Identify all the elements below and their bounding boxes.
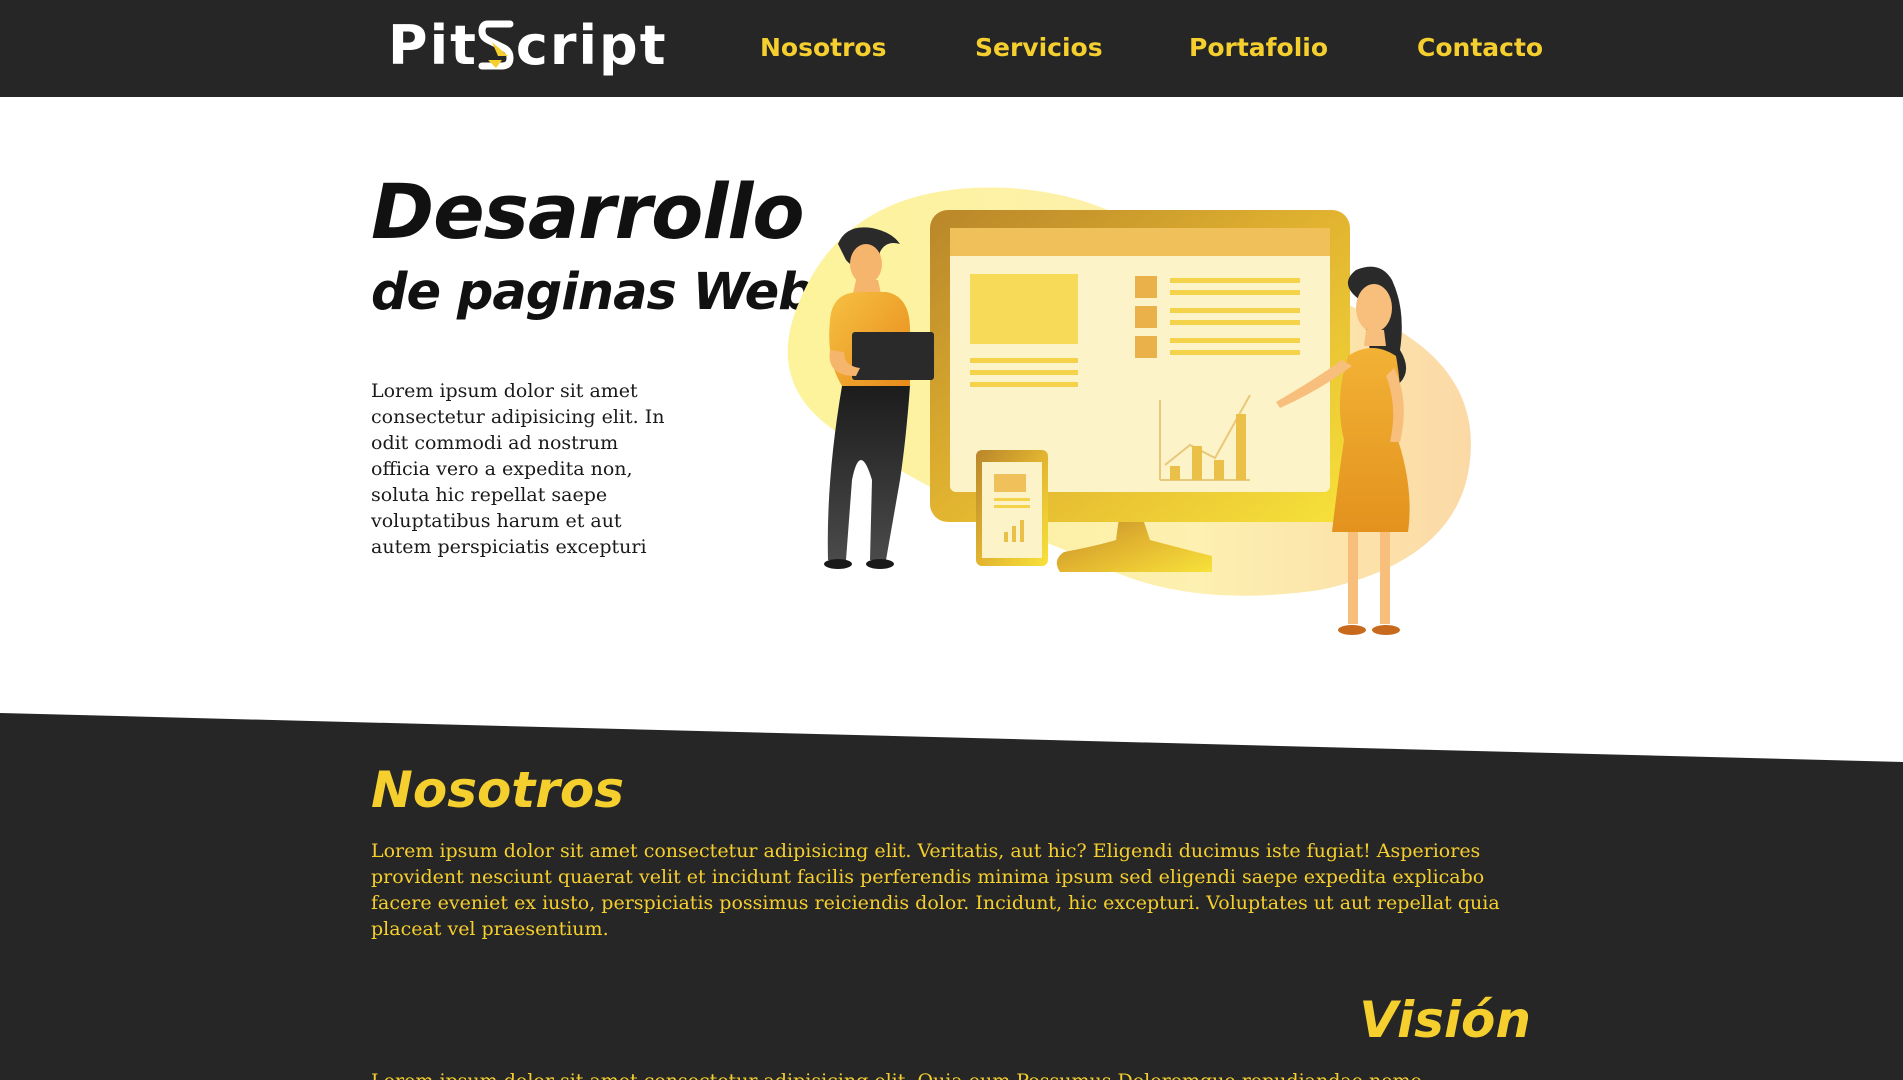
screen-image-block (970, 274, 1078, 344)
hero-title: Desarrollo (371, 167, 805, 256)
logo-s-bolt-icon (478, 20, 514, 70)
laptop-icon (852, 332, 934, 380)
screen-top-bar (950, 228, 1330, 256)
section-text-vision: Lorem ipsum dolor sit amet consectetur a… (371, 1068, 1531, 1080)
logo-text-part1: Pit (388, 14, 478, 77)
top-navbar: Pit cript Nosotros Servicios Portafolio … (0, 0, 1903, 97)
pitscript-logo[interactable]: Pit cript (388, 14, 668, 78)
web-development-illustration (787, 187, 1471, 635)
nav-link-nosotros[interactable]: Nosotros (760, 30, 887, 66)
nav-link-contacto[interactable]: Contacto (1417, 30, 1543, 66)
section-text-nosotros: Lorem ipsum dolor sit amet consectetur a… (371, 840, 1500, 940)
nav-link-servicios[interactable]: Servicios (975, 30, 1103, 66)
section-title-nosotros: Nosotros (371, 761, 624, 819)
section-title-vision: Visión (1359, 991, 1531, 1049)
hero-description: Lorem ipsum dolor sit amet consectetur a… (371, 380, 665, 558)
nav-link-portafolio[interactable]: Portafolio (1189, 30, 1328, 66)
hero-subtitle: de paginas Web (371, 263, 815, 322)
logo-text-part2: cript (515, 14, 668, 77)
